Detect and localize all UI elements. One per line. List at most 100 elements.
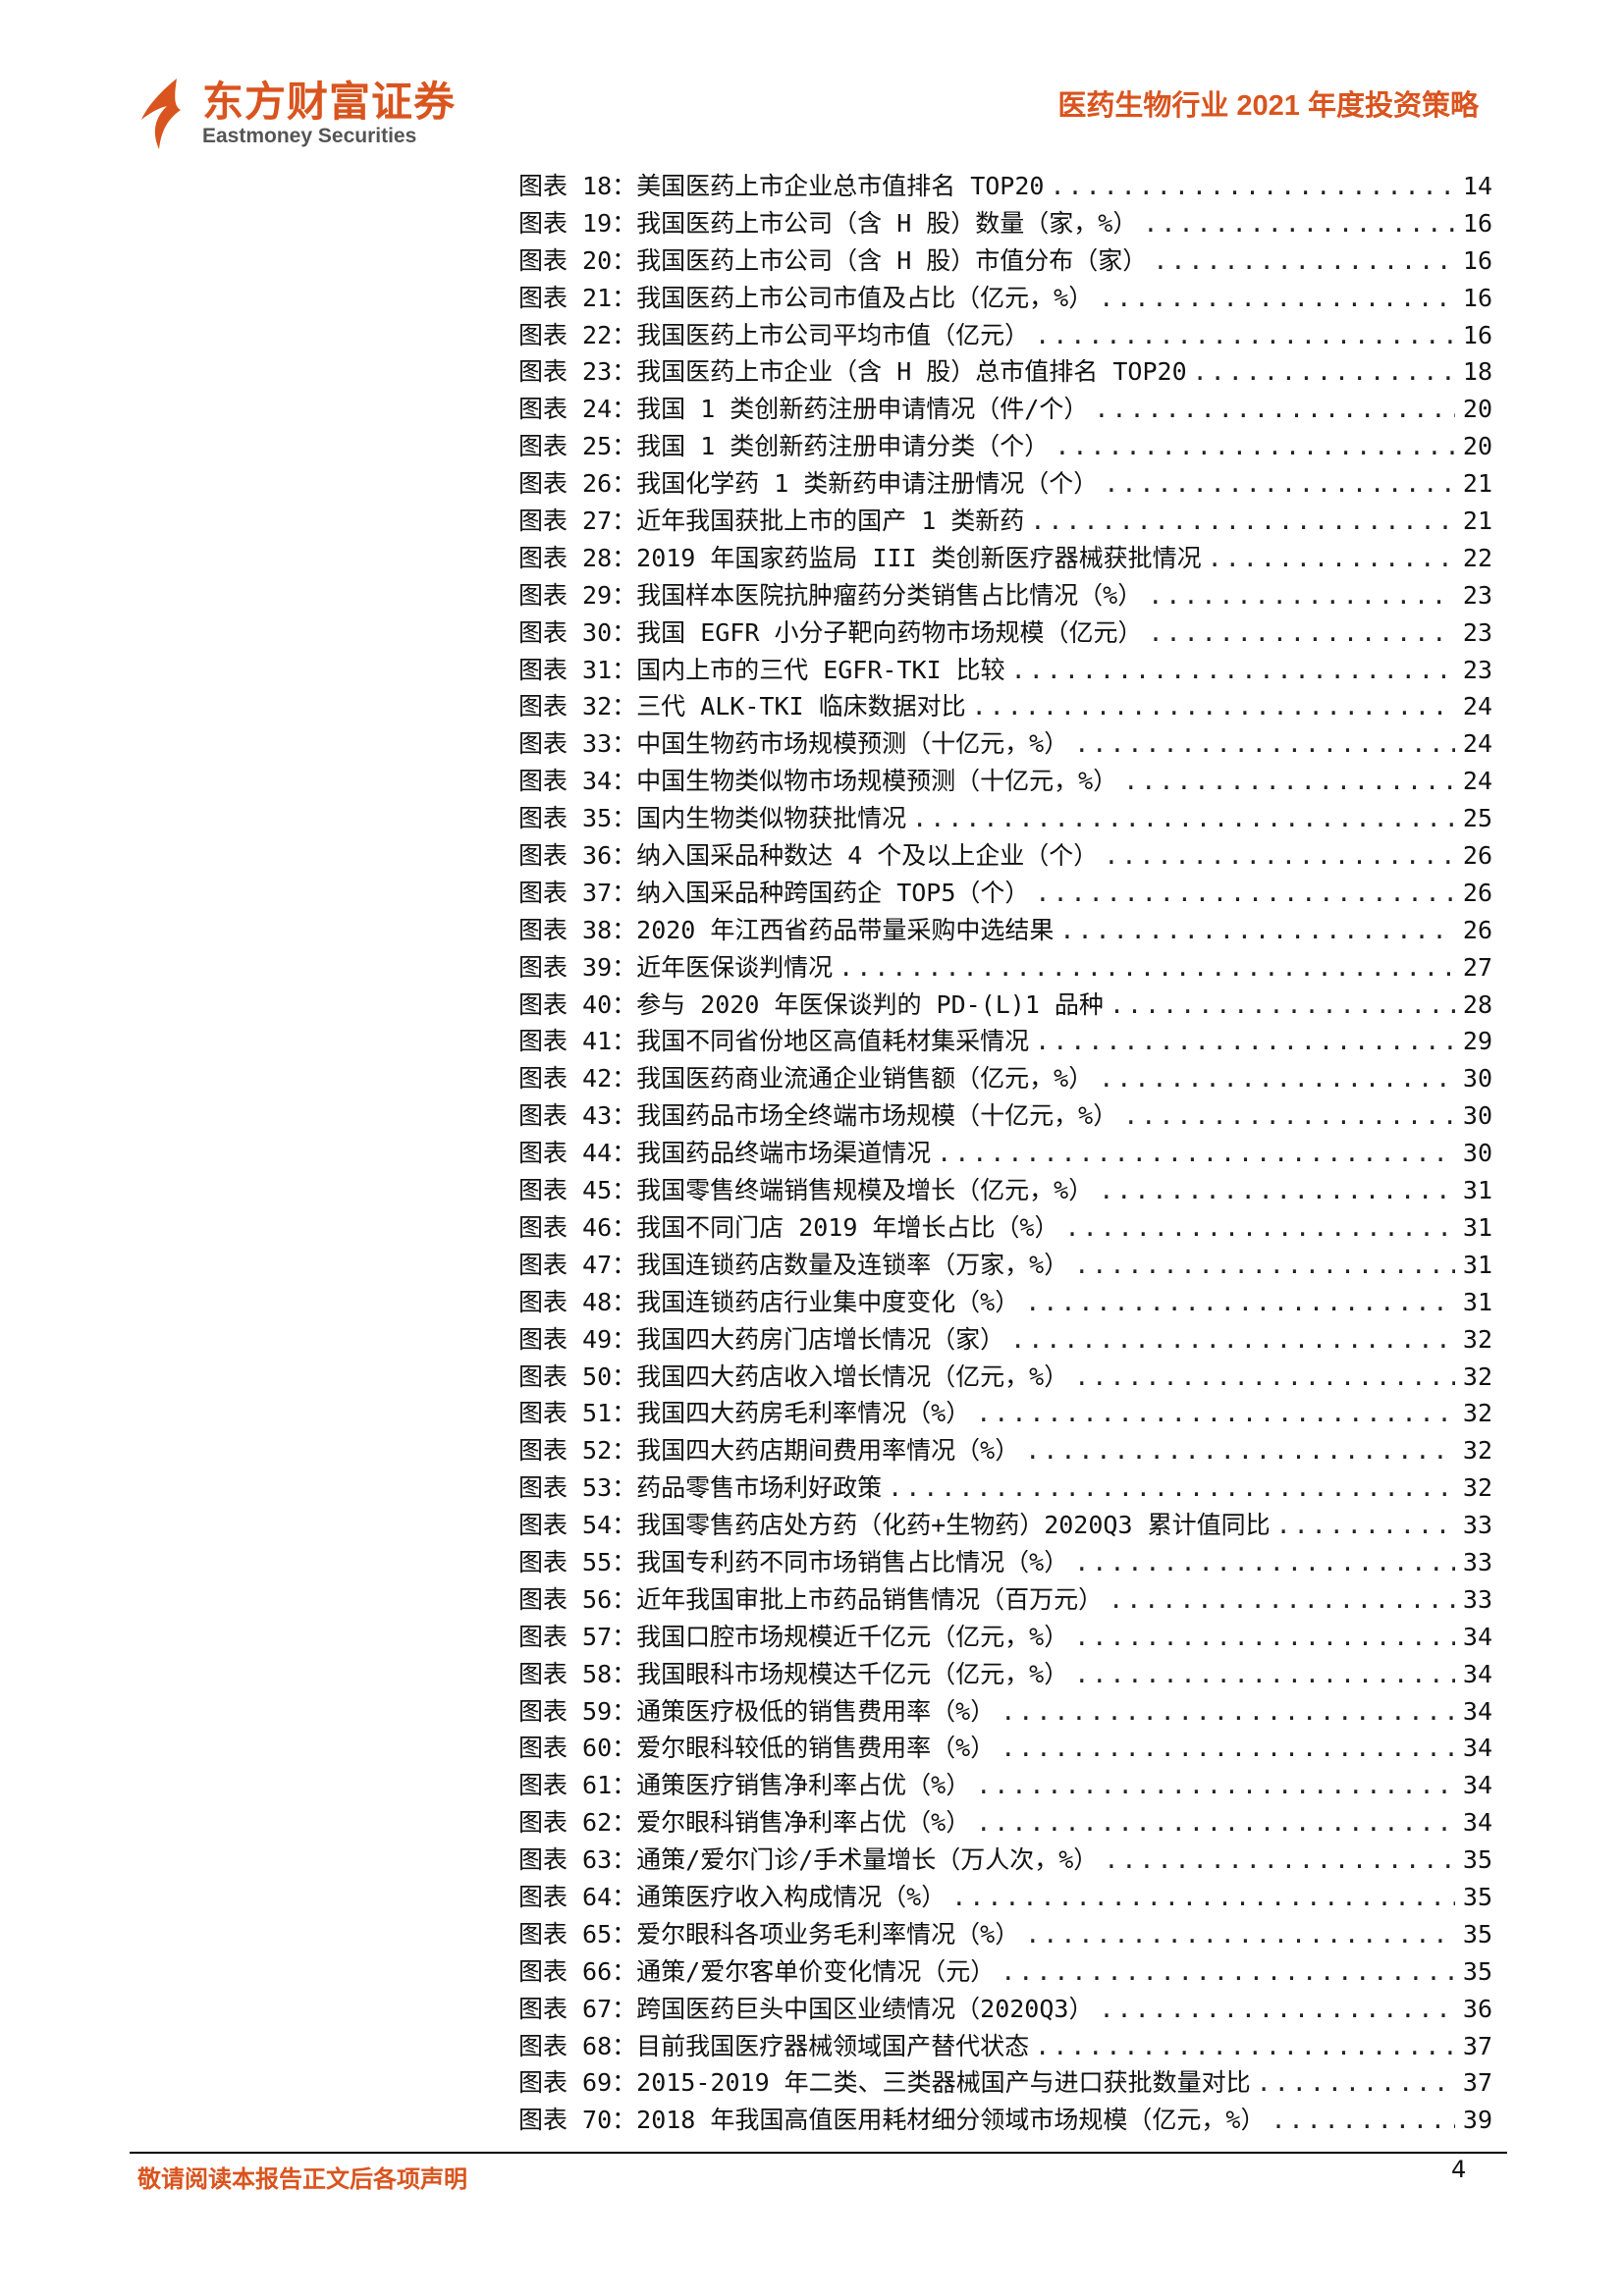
toc-entry-page: 32 (1462, 1324, 1492, 1354)
dot-leader (1153, 246, 1455, 275)
toc-entry-page: 31 (1462, 1250, 1492, 1279)
toc-entry[interactable]: 图表 55：我国专利药不同市场销售占比情况（%） 33 (518, 1543, 1492, 1580)
toc-entry[interactable]: 图表 57：我国口腔市场规模近千亿元（亿元，%） 34 (518, 1618, 1492, 1655)
toc-entry-page: 34 (1462, 1734, 1492, 1763)
toc-entry[interactable]: 图表 19：我国医药上市公司（含 H 股）数量（家，%） 16 (518, 204, 1492, 241)
toc-entry-label: 图表 70：2018 年我国高值医用耗材细分领域市场规模（亿元，%） (518, 2106, 1266, 2135)
toc-entry-page: 26 (1462, 841, 1492, 871)
toc-entry-label: 图表 31：国内上市的三代 EGFR-TKI 比较 (518, 655, 1005, 684)
toc-entry[interactable]: 图表 18：美国医药上市企业总市值排名 TOP20 14 (518, 167, 1492, 204)
toc-entry[interactable]: 图表 46：我国不同门店 2019 年增长占比（%） 31 (518, 1208, 1492, 1246)
toc-entry-page: 27 (1462, 952, 1492, 982)
toc-entry[interactable]: 图表 67：跨国医药巨头中国区业绩情况（2020Q3） 36 (518, 1990, 1492, 2027)
toc-entry[interactable]: 图表 54：我国零售药店处方药（化药+生物药）2020Q3 累计值同比 33 (518, 1506, 1492, 1543)
toc-entry[interactable]: 图表 47：我国连锁药店数量及连锁率（万家，%） 31 (518, 1246, 1492, 1283)
toc-entry[interactable]: 图表 34：中国生物类似物市场规模预测（十亿元，%） 24 (518, 762, 1492, 799)
toc-entry[interactable]: 图表 40：参与 2020 年医保谈判的 PD-(L)1 品种 28 (518, 986, 1492, 1023)
toc-entry-label: 图表 69：2015-2019 年二类、三类器械国产与进口获批数量对比 (518, 2068, 1251, 2098)
toc-entry-label: 图表 21：我国医药上市公司市值及占比（亿元，%） (518, 283, 1094, 312)
toc-entry[interactable]: 图表 58：我国眼科市场规模达千亿元（亿元，%） 34 (518, 1655, 1492, 1692)
toc-entry[interactable]: 图表 53：药品零售市场利好政策 32 (518, 1468, 1492, 1506)
toc-entry[interactable]: 图表 62：爱尔眼科销售净利率占优（%） 34 (518, 1803, 1492, 1841)
toc-entry-label: 图表 66：通策/爱尔客单价变化情况（元） (518, 1956, 996, 1986)
toc-entry-label: 图表 19：我国医药上市公司（含 H 股）数量（家，%） (518, 208, 1138, 238)
toc-entry[interactable]: 图表 28：2019 年国家药监局 III 类创新医疗器械获批情况 22 (518, 539, 1492, 576)
toc-entry[interactable]: 图表 29：我国样本医院抗肿瘤药分类销售占比情况（%） 23 (518, 576, 1492, 614)
toc-entry[interactable]: 图表 52：我国四大药店期间费用率情况（%） 32 (518, 1431, 1492, 1468)
toc-entry[interactable]: 图表 68：目前我国医疗器械领域国产替代状态 37 (518, 2027, 1492, 2064)
toc-entry-label: 图表 42：我国医药商业流通企业销售额（亿元，%） (518, 1064, 1094, 1094)
toc-entry-label: 图表 52：我国四大药店期间费用率情况（%） (518, 1436, 1020, 1466)
toc-entry-label: 图表 65：爱尔眼科各项业务毛利率情况（%） (518, 1919, 1020, 1949)
toc-entry-label: 图表 27：近年我国获批上市的国产 1 类新药 (518, 507, 1025, 536)
toc-entry-label: 图表 44：我国药品终端市场渠道情况 (518, 1139, 932, 1168)
toc-entry[interactable]: 图表 36：纳入国采品种数达 4 个及以上企业（个） 26 (518, 836, 1492, 874)
toc-entry[interactable]: 图表 49：我国四大药房门店增长情况（家） 32 (518, 1320, 1492, 1358)
toc-entry-page: 24 (1462, 692, 1492, 721)
toc-entry[interactable]: 图表 27：近年我国获批上市的国产 1 类新药 21 (518, 502, 1492, 539)
toc-entry[interactable]: 图表 26：我国化学药 1 类新药申请注册情况（个） 21 (518, 464, 1492, 502)
toc-entry[interactable]: 图表 22：我国医药上市公司平均市值（亿元） 16 (518, 316, 1492, 353)
toc-entry[interactable]: 图表 43：我国药品市场全终端市场规模（十亿元，%） 30 (518, 1096, 1492, 1134)
toc-entry-page: 21 (1462, 507, 1492, 536)
dot-leader (1099, 1064, 1455, 1093)
toc-entry-page: 23 (1462, 580, 1492, 610)
dot-leader (1001, 1734, 1455, 1762)
toc-entry[interactable]: 图表 39：近年医保谈判情况 27 (518, 948, 1492, 986)
toc-entry-label: 图表 61：通策医疗销售净利率占优（%） (518, 1771, 971, 1800)
toc-entry[interactable]: 图表 25：我国 1 类创新药注册申请分类（个） 20 (518, 427, 1492, 464)
toc-entry-page: 14 (1462, 172, 1492, 200)
toc-entry-page: 35 (1462, 1919, 1492, 1949)
dot-leader (1030, 507, 1455, 535)
toc-entry[interactable]: 图表 66：通策/爱尔客单价变化情况（元） 35 (518, 1952, 1492, 1990)
dot-leader (937, 1139, 1455, 1167)
toc-entry[interactable]: 图表 42：我国医药商业流通企业销售额（亿元，%） 30 (518, 1059, 1492, 1096)
toc-entry-label: 图表 29：我国样本医院抗肿瘤药分类销售占比情况（%） (518, 580, 1143, 610)
toc-entry[interactable]: 图表 65：爱尔眼科各项业务毛利率情况（%） 35 (518, 1915, 1492, 1952)
dot-leader (1055, 432, 1455, 460)
toc-entry-label: 图表 36：纳入国采品种数达 4 个及以上企业（个） (518, 841, 1099, 871)
toc-entry[interactable]: 图表 48：我国连锁药店行业集中度变化（%） 31 (518, 1283, 1492, 1320)
toc-entry-page: 26 (1462, 878, 1492, 907)
toc-entry[interactable]: 图表 30：我国 EGFR 小分子靶向药物市场规模（亿元） 23 (518, 614, 1492, 651)
toc-entry[interactable]: 图表 56：近年我国审批上市药品销售情况（百万元） 33 (518, 1580, 1492, 1618)
toc-entry[interactable]: 图表 33：中国生物药市场规模预测（十亿元，%） 24 (518, 724, 1492, 762)
toc-entry[interactable]: 图表 63：通策/爱尔门诊/手术量增长（万人次，%） 35 (518, 1841, 1492, 1878)
dot-leader (1276, 1511, 1455, 1539)
toc-entry[interactable]: 图表 20：我国医药上市公司（含 H 股）市值分布（家） 16 (518, 241, 1492, 279)
dot-leader (1257, 2068, 1455, 2097)
toc-entry[interactable]: 图表 69：2015-2019 年二类、三类器械国产与进口获批数量对比 37 (518, 2063, 1492, 2101)
dot-leader (1035, 2032, 1455, 2060)
toc-entry-page: 36 (1462, 1994, 1492, 2023)
toc-entry-label: 图表 25：我国 1 类创新药注册申请分类（个） (518, 432, 1050, 461)
toc-entry-label: 图表 23：我国医药上市企业（含 H 股）总市值排名 TOP20 (518, 357, 1187, 387)
toc-entry[interactable]: 图表 38：2020 年江西省药品带量采购中选结果 26 (518, 911, 1492, 948)
toc-entry[interactable]: 图表 60：爱尔眼科较低的销售费用率（%） 34 (518, 1729, 1492, 1766)
dot-leader (1094, 395, 1455, 423)
toc-entry[interactable]: 图表 24：我国 1 类创新药注册申请情况（件/个） 20 (518, 390, 1492, 427)
toc-entry-label: 图表 58：我国眼科市场规模达千亿元（亿元，%） (518, 1659, 1069, 1688)
toc-entry-page: 16 (1462, 245, 1492, 275)
toc-entry[interactable]: 图表 70：2018 年我国高值医用耗材细分领域市场规模（亿元，%） 39 (518, 2101, 1492, 2138)
toc-entry[interactable]: 图表 32：三代 ALK-TKI 临床数据对比 24 (518, 687, 1492, 724)
toc-entry-label: 图表 20：我国医药上市公司（含 H 股）市值分布（家） (518, 245, 1148, 275)
toc-entry[interactable]: 图表 37：纳入国采品种跨国药企 TOP5（个） 26 (518, 874, 1492, 911)
toc-entry-page: 34 (1462, 1771, 1492, 1800)
toc-entry[interactable]: 图表 64：通策医疗收入构成情况（%） 35 (518, 1878, 1492, 1915)
toc-entry[interactable]: 图表 50：我国四大药店收入增长情况（亿元，%） 32 (518, 1358, 1492, 1395)
dot-leader (1035, 879, 1455, 907)
toc-entry[interactable]: 图表 44：我国药品终端市场渠道情况 30 (518, 1134, 1492, 1171)
toc-entry-page: 32 (1462, 1362, 1492, 1391)
toc-entry-label: 图表 43：我国药品市场全终端市场规模（十亿元，%） (518, 1101, 1118, 1131)
toc-entry[interactable]: 图表 31：国内上市的三代 EGFR-TKI 比较 23 (518, 651, 1492, 688)
toc-entry[interactable]: 图表 21：我国医药上市公司市值及占比（亿元，%） 16 (518, 279, 1492, 316)
toc-entry[interactable]: 图表 45：我国零售终端销售规模及增长（亿元，%） 31 (518, 1171, 1492, 1208)
toc-entry[interactable]: 图表 35：国内生物类似物获批情况 25 (518, 799, 1492, 836)
toc-entry[interactable]: 图表 41：我国不同省份地区高值耗材集采情况 29 (518, 1022, 1492, 1059)
dot-leader (1193, 357, 1455, 386)
toc-entry[interactable]: 图表 59：通策医疗极低的销售费用率（%） 34 (518, 1692, 1492, 1730)
toc-entry-page: 30 (1462, 1101, 1492, 1131)
toc-entry[interactable]: 图表 61：通策医疗销售净利率占优（%） 34 (518, 1766, 1492, 1803)
toc-entry[interactable]: 图表 23：我国医药上市企业（含 H 股）总市值排名 TOP20 18 (518, 352, 1492, 390)
toc-entry[interactable]: 图表 51：我国四大药房毛利率情况（%） 32 (518, 1394, 1492, 1431)
